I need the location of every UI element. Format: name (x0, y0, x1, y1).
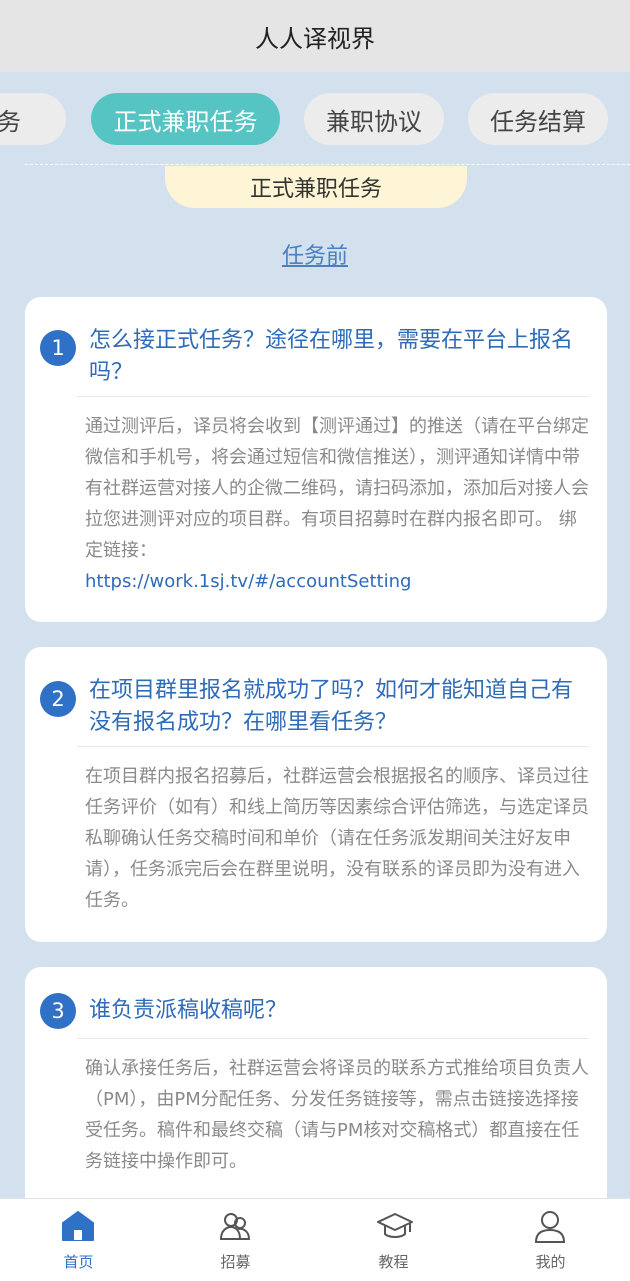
faq-answer: 通过测评后，译员将会收到【测评通过】的推送（请在平台绑定微信和手机号，将会通过短… (85, 411, 589, 597)
graduation-cap-icon (377, 1213, 413, 1238)
faq-question: 怎么接正式任务？途径在哪里，需要在平台上报名吗？ (89, 328, 574, 385)
faq-answer-text: 通过测评后，译员将会收到【测评通过】的推送（请在平台绑定微信和手机号，将会通过短… (85, 416, 589, 561)
nav-tutorial[interactable]: 教程 (315, 1199, 472, 1281)
app-title: 人人译视界 (255, 24, 375, 53)
nav-tutorial-label: 教程 (378, 1253, 409, 1271)
app-title-bar: 人人译视界 (0, 0, 630, 72)
faq-number-badge: 3 (40, 993, 76, 1029)
home-icon (62, 1211, 94, 1241)
nav-mine-label: 我的 (535, 1253, 566, 1271)
faq-card-2: 2 在项目群里报名就成功了吗？如何才能知道自己有没有报名成功？在哪里看任务？ 在… (25, 647, 607, 942)
account-setting-link[interactable]: https://work.1sj.tv/#/accountSetting (85, 571, 411, 592)
nav-home[interactable]: 首页 (0, 1199, 157, 1281)
section-subheading[interactable]: 任务前 (0, 238, 630, 270)
faq-question: 在项目群里报名就成功了吗？如何才能知道自己有没有报名成功？在哪里看任务？ (89, 678, 574, 735)
nav-recruit-label: 招募 (220, 1253, 251, 1271)
tab-divider (25, 164, 630, 165)
nav-recruit[interactable]: 招募 (157, 1199, 314, 1281)
recruit-icon (219, 1213, 251, 1240)
faq-answer: 在项目群内报名招募后，社群运营会根据报名的顺序、译员过往任务评价（如有）和线上简… (85, 766, 589, 911)
faq-card-1: 1 怎么接正式任务？途径在哪里，需要在平台上报名吗？ 通过测评后，译员将会收到【… (25, 297, 607, 622)
faq-number-badge: 1 (40, 330, 76, 366)
faq-divider (77, 1038, 589, 1039)
tab-formal-part-time-task[interactable]: 正式兼职任务 (91, 93, 280, 145)
tab-part-time-agreement[interactable]: 兼职协议 (304, 93, 444, 145)
section-title: 正式兼职任务 (165, 166, 467, 208)
nav-mine[interactable]: 我的 (472, 1199, 629, 1281)
faq-divider (77, 746, 589, 747)
tab-task-settlement[interactable]: 任务结算 (468, 93, 608, 145)
faq-divider (77, 396, 589, 397)
faq-question: 谁负责派稿收稿呢？ (89, 998, 288, 1023)
bottom-nav: 首页 招募 教程 我的 (0, 1198, 630, 1281)
user-icon (534, 1211, 566, 1243)
tab-task[interactable]: 任务 (0, 93, 66, 145)
faq-card-3: 3 谁负责派稿收稿呢？ 确认承接任务后，社群运营会将译员的联系方式推给项目负责人… (25, 967, 607, 1217)
tab-bar[interactable]: 任务 正式兼职任务 兼职协议 任务结算 (0, 72, 630, 165)
faq-answer: 确认承接任务后，社群运营会将译员的联系方式推给项目负责人（PM），由PM分配任务… (85, 1058, 589, 1172)
nav-home-label: 首页 (63, 1253, 94, 1271)
faq-number-badge: 2 (40, 681, 76, 717)
